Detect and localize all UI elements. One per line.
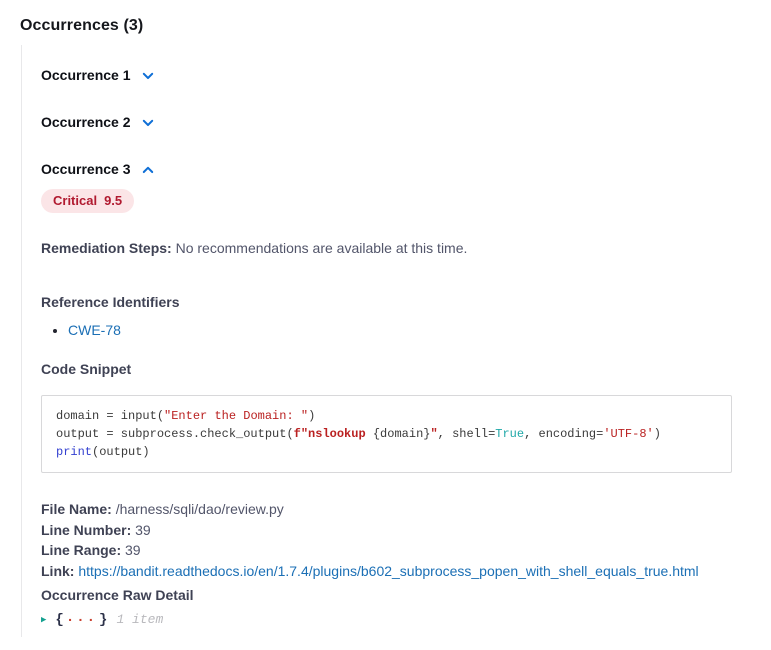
raw-detail-heading: Occurrence Raw Detail: [41, 585, 732, 606]
occurrence-2-label: Occurrence 2: [41, 114, 131, 130]
line-number-label: Line Number:: [41, 522, 131, 538]
file-name-label: File Name:: [41, 501, 112, 517]
code-snippet-box: domain = input("Enter the Domain: ")outp…: [41, 395, 732, 473]
code-token: True: [495, 427, 524, 441]
page-title: Occurrences (3): [20, 17, 731, 35]
code-token: domain = input(: [56, 409, 164, 423]
chevron-up-icon[interactable]: [141, 163, 155, 177]
code-token: ): [654, 427, 661, 441]
bandit-doc-link[interactable]: https://bandit.readthedocs.io/en/1.7.4/p…: [78, 563, 698, 579]
occurrence-panel-3: Occurrence 3 Critical 9.5 Remediation St…: [21, 139, 731, 637]
occurrence-metadata: File Name: /harness/sqli/dao/review.py L…: [41, 499, 732, 606]
reference-identifiers-heading: Reference Identifiers: [41, 294, 731, 310]
code-token: "Enter the Domain: ": [164, 409, 308, 423]
occurrences-page: Occurrences (3) Occurrence 1 Occurrence …: [0, 0, 771, 637]
code-token: 'UTF-8': [603, 427, 653, 441]
code-snippet-heading: Code Snippet: [41, 361, 731, 377]
code-token: ": [430, 427, 437, 441]
link-field: Link: https://bandit.readthedocs.io/en/1…: [41, 561, 732, 582]
json-brace-open: {: [55, 612, 63, 628]
code-token: ): [308, 409, 315, 423]
occurrence-3-toggle[interactable]: Occurrence 3: [41, 161, 155, 177]
link-label: Link:: [41, 563, 74, 579]
line-range-field: Line Range: 39: [41, 540, 732, 561]
code-token: output = subprocess.check_output(: [56, 427, 294, 441]
severity-level: Critical: [53, 193, 97, 208]
chevron-down-icon[interactable]: [141, 69, 155, 83]
remediation-steps: Remediation Steps: No recommendations ar…: [41, 239, 731, 258]
file-name-value: /harness/sqli/dao/review.py: [116, 501, 284, 517]
code-token: , encoding=: [524, 427, 603, 441]
occurrence-1-toggle[interactable]: Occurrence 1: [41, 67, 155, 83]
json-brace-close: }: [99, 612, 107, 628]
severity-badge: Critical 9.5: [41, 189, 134, 213]
json-collapsed-dots[interactable]: ...: [66, 610, 97, 626]
line-range-value: 39: [125, 542, 141, 558]
occurrence-panel-1: Occurrence 1: [21, 45, 731, 92]
expand-triangle-icon[interactable]: ▶: [41, 615, 46, 625]
severity-score: 9.5: [104, 193, 122, 208]
code-token: (output): [92, 445, 150, 459]
chevron-down-icon[interactable]: [141, 116, 155, 130]
line-number-field: Line Number: 39: [41, 520, 732, 541]
code-line: print(output): [56, 443, 717, 461]
cwe-link[interactable]: CWE-78: [68, 322, 121, 338]
code-token: {domain}: [373, 427, 431, 441]
line-number-value: 39: [135, 522, 151, 538]
file-name-field: File Name: /harness/sqli/dao/review.py: [41, 499, 732, 520]
json-item-count: 1 item: [116, 612, 163, 627]
reference-identifiers-list: CWE-78: [41, 322, 731, 339]
remediation-text: No recommendations are available at this…: [176, 240, 468, 256]
occurrence-2-toggle[interactable]: Occurrence 2: [41, 114, 155, 130]
raw-detail-expander[interactable]: ▶ { ... } 1 item: [41, 612, 731, 628]
code-token: , shell=: [438, 427, 496, 441]
code-token: f"nslookup: [294, 427, 373, 441]
code-line: domain = input("Enter the Domain: "): [56, 407, 717, 425]
list-item: CWE-78: [68, 322, 731, 339]
occurrence-1-label: Occurrence 1: [41, 67, 131, 83]
occurrence-panel-2: Occurrence 2: [21, 92, 731, 139]
code-token: print: [56, 445, 92, 459]
occurrence-3-label: Occurrence 3: [41, 161, 131, 177]
code-line: output = subprocess.check_output(f"nsloo…: [56, 425, 717, 443]
line-range-label: Line Range:: [41, 542, 121, 558]
remediation-label: Remediation Steps:: [41, 240, 172, 256]
